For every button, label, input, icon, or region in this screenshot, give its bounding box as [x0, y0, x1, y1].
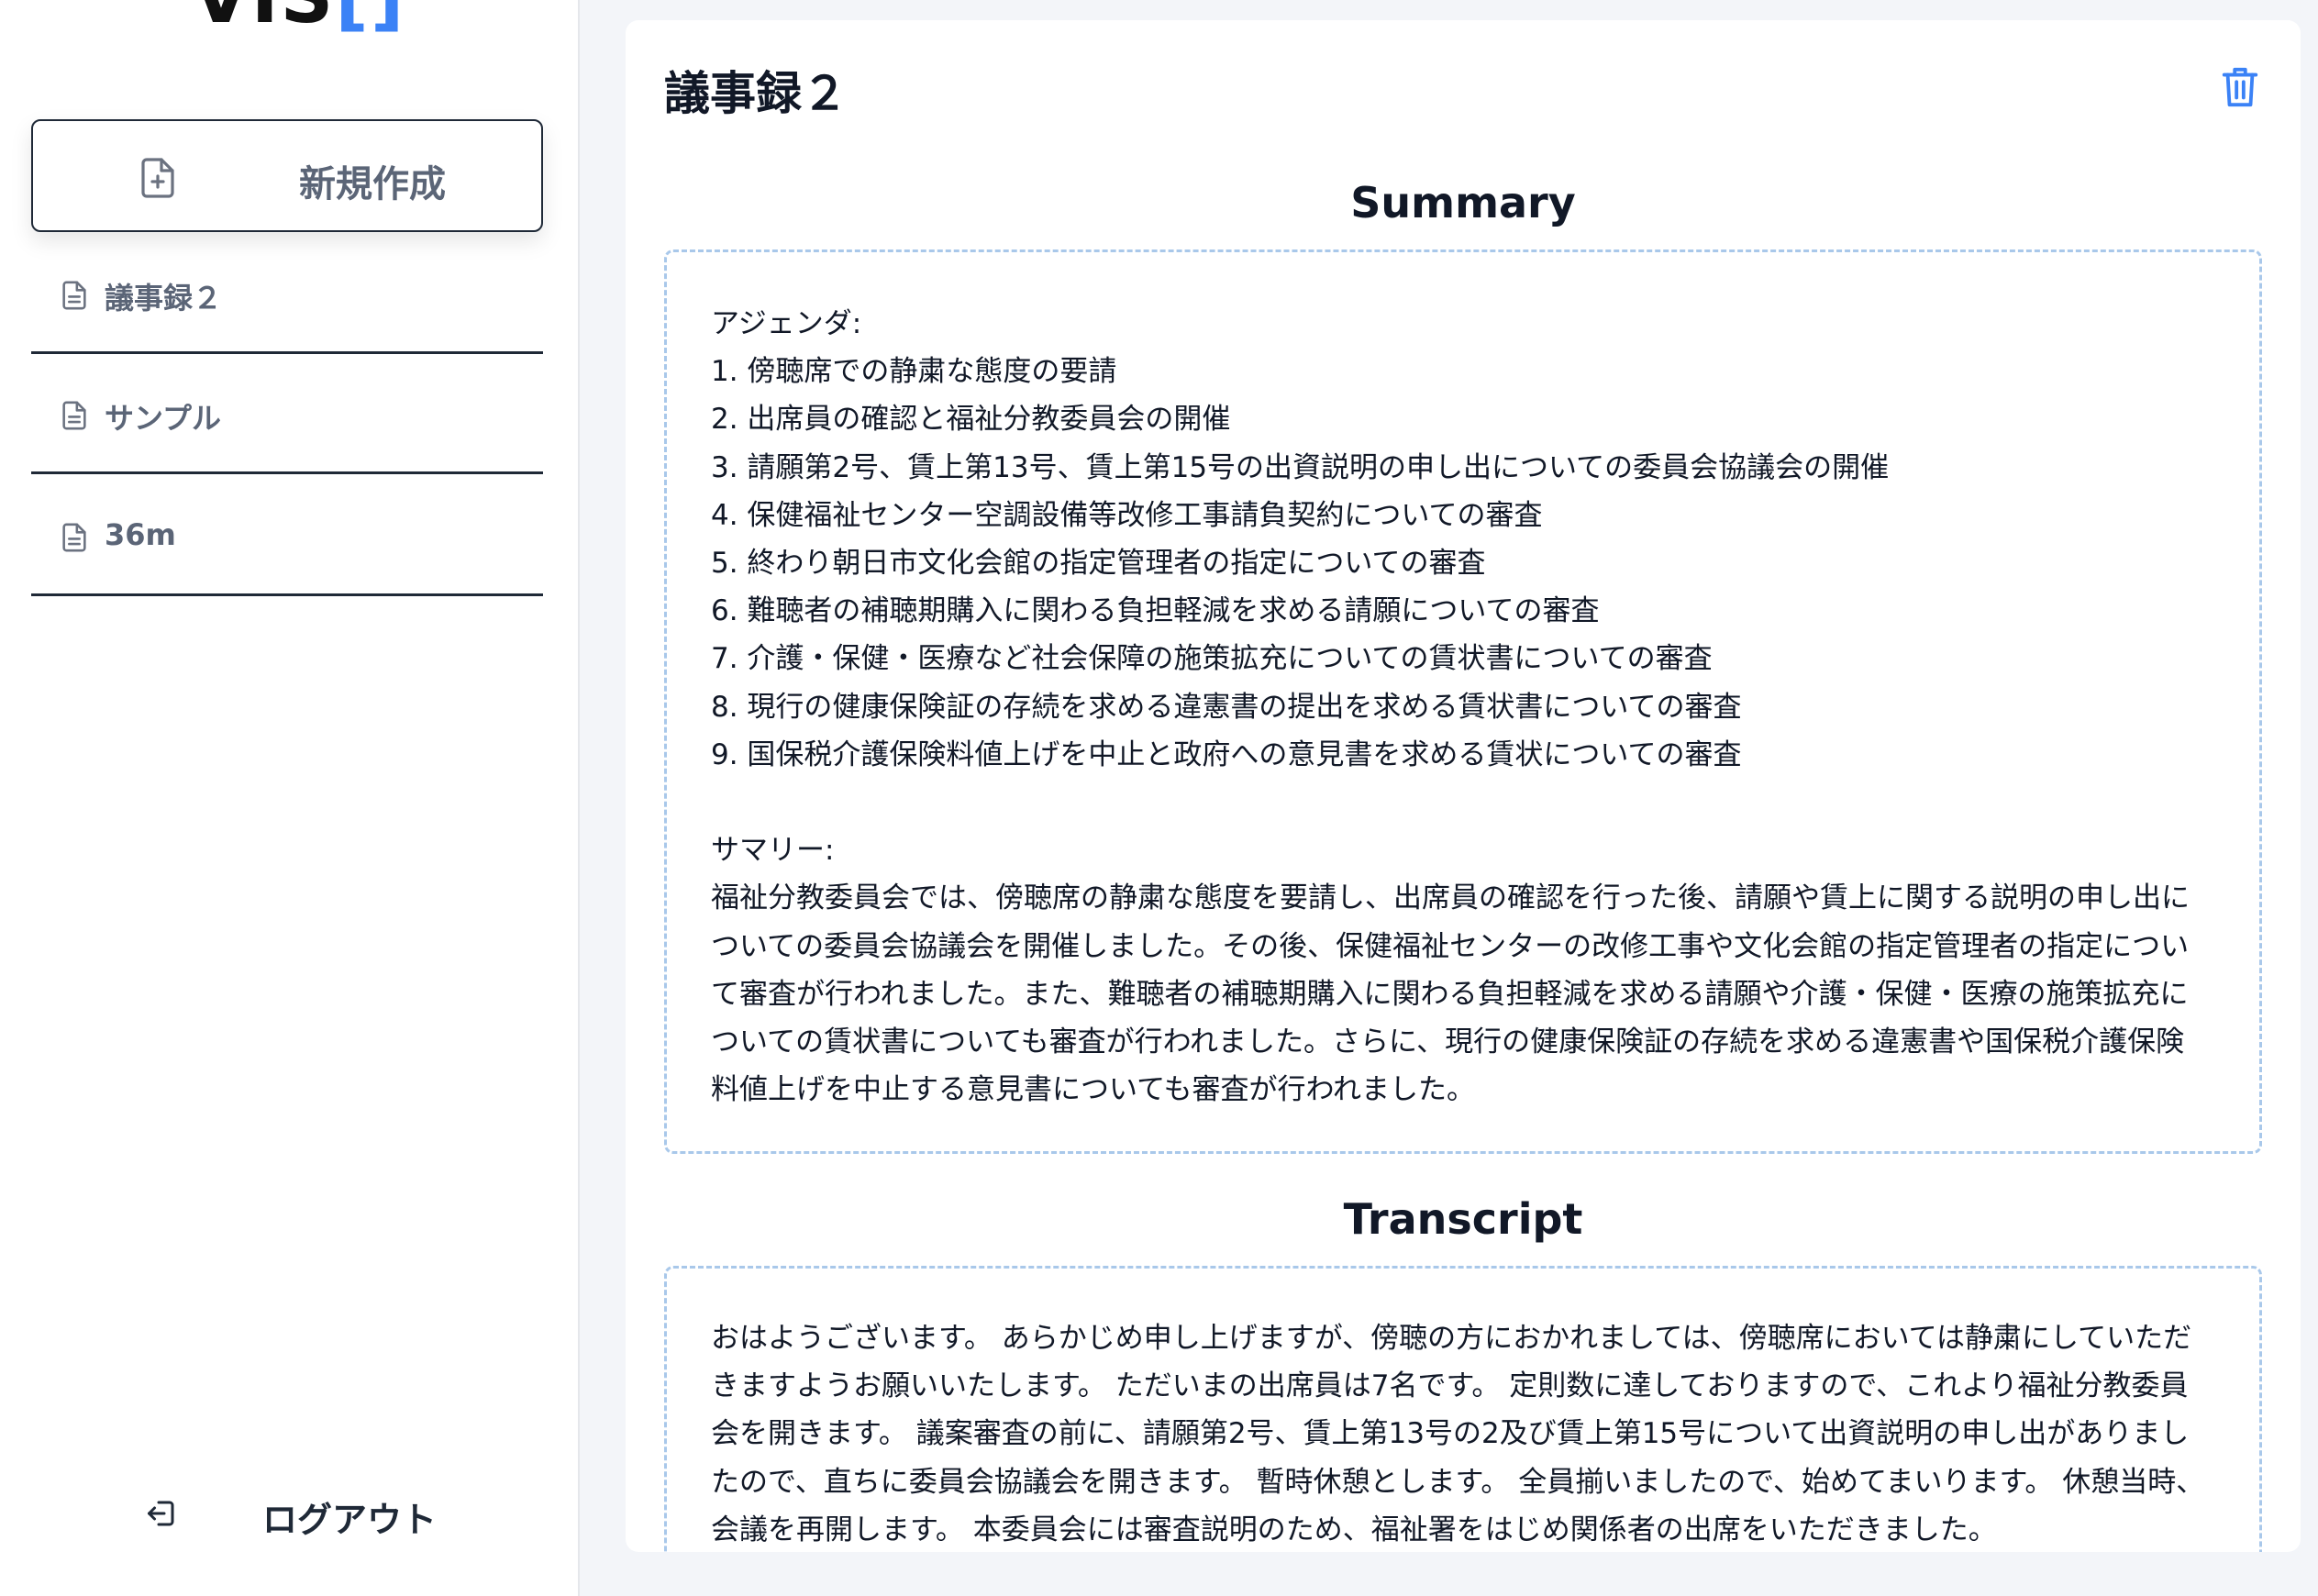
trash-icon[interactable] — [2222, 66, 2258, 108]
document-icon — [62, 401, 86, 430]
minutes-detail-card: 議事録２ Summary アジェンダ: 1. 傍聴席での静粛な態度の要請 2. … — [626, 20, 2301, 1552]
sidebar-item-label: 36m — [105, 517, 176, 552]
summary-text: アジェンダ: 1. 傍聴席での静粛な態度の要請 2. 出席員の確認と福祉分教委員… — [711, 307, 2190, 1107]
summary-heading: Summary — [1350, 178, 1576, 227]
new-document-button[interactable]: 新規作成 — [31, 119, 543, 232]
sidebar-item-sample[interactable]: サンプル — [31, 355, 543, 474]
transcript-text: おはようございます。 あらかじめ申し上げますが、傍聴の方におかれましては、傍聴席… — [711, 1322, 2205, 1546]
document-icon — [62, 281, 86, 310]
sidebar-item-label: サンプル — [105, 401, 222, 436]
app-logo: VIS[] — [193, 0, 405, 39]
logout-button[interactable]: ログアウト — [138, 1486, 449, 1541]
new-document-label: 新規作成 — [299, 163, 446, 205]
transcript-box: おはようございます。 あらかじめ申し上げますが、傍聴の方におかれましては、傍聴席… — [664, 1266, 2262, 1552]
logout-label: ログアウト — [262, 1500, 438, 1540]
sidebar: VIS[] 新規作成 議事録２ サンプル 36m ログアウト — [0, 0, 580, 1596]
transcript-heading: Transcript — [1343, 1194, 1583, 1244]
sidebar-item-label: 議事録２ — [105, 281, 223, 316]
page-title: 議事録２ — [664, 67, 848, 120]
file-plus-icon — [141, 158, 174, 198]
sidebar-item-36m[interactable]: 36m — [31, 477, 543, 596]
logout-icon — [148, 1501, 174, 1526]
summary-box: アジェンダ: 1. 傍聴席での静粛な態度の要請 2. 出席員の確認と福祉分教委員… — [664, 249, 2262, 1154]
document-icon — [62, 523, 86, 552]
sidebar-item-gijiroku2[interactable]: 議事録２ — [31, 235, 543, 354]
